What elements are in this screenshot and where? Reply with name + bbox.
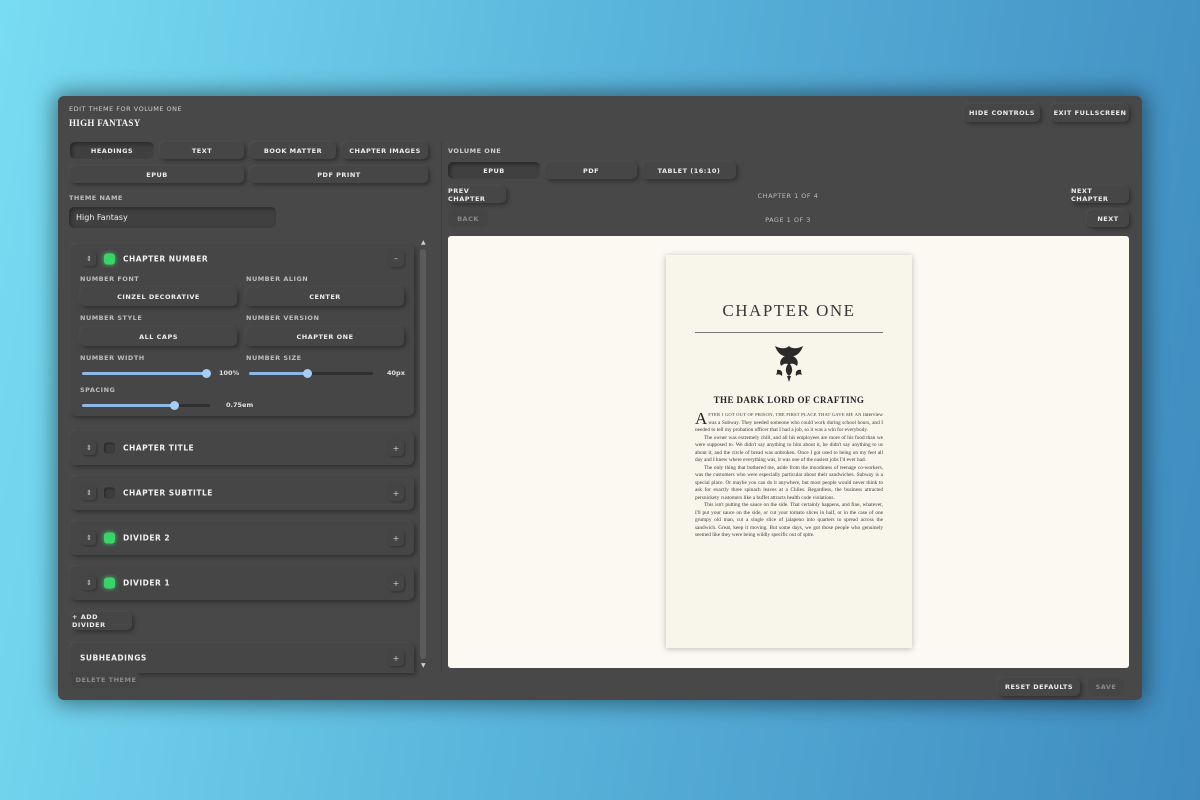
expand-icon[interactable]: + (388, 530, 404, 546)
tab-pdf-print[interactable]: PDF PRINT (250, 166, 428, 183)
slider-knob[interactable] (202, 369, 211, 378)
scroll-down-icon[interactable]: ▼ (421, 662, 426, 669)
preview-canvas: CHAPTER ONE THE DARK LORD OF CRAFTING AF… (448, 236, 1129, 668)
tab-book-matter[interactable]: BOOK MATTER (250, 142, 336, 159)
enabled-indicator[interactable] (104, 253, 115, 264)
section-title: CHAPTER TITLE (123, 443, 195, 453)
scrollbar-thumb[interactable] (420, 249, 426, 659)
number-version-select[interactable]: CHAPTER ONE (246, 327, 404, 346)
tab-headings[interactable]: HEADINGS (70, 142, 154, 159)
chapter-title: THE DARK LORD OF CRAFTING (713, 395, 865, 405)
subheadings-section[interactable]: SUBHEADINGS + (70, 643, 414, 673)
scroll-up-icon[interactable]: ▲ (421, 239, 426, 246)
section-title: CHAPTER SUBTITLE (123, 488, 213, 498)
chapter-subtitle-section[interactable]: ⇕ CHAPTER SUBTITLE + (70, 476, 414, 510)
volume-label: VOLUME ONE (448, 147, 502, 155)
number-font-select[interactable]: CINZEL DECORATIVE (80, 287, 237, 306)
back-button[interactable]: BACK (448, 210, 488, 227)
collapse-icon[interactable]: – (388, 250, 404, 267)
paragraph: The only thing that bothered me, aside f… (695, 464, 883, 501)
slider-knob[interactable] (303, 369, 313, 378)
expand-icon[interactable]: + (388, 485, 404, 501)
tab-epub[interactable]: EPUB (70, 166, 244, 183)
hide-controls-button[interactable]: HIDE CONTROLS (964, 104, 1040, 122)
number-align-select[interactable]: CENTER (246, 287, 404, 306)
enabled-indicator[interactable] (104, 577, 115, 589)
opening-smallcaps: FTER I GOT OUT OF PRISON, THE FIRST PLAC… (708, 412, 862, 417)
number-font-label: NUMBER FONT (80, 275, 140, 283)
format-pdf-button[interactable]: PDF (545, 162, 637, 179)
section-title: DIVIDER 2 (123, 533, 171, 543)
expand-icon[interactable]: + (388, 575, 404, 591)
paragraph: A FTER I GOT OUT OF PRISON, THE FIRST PLA… (695, 409, 883, 435)
paragraph: The owner was extremely chill, and all h… (695, 434, 883, 464)
next-page-button[interactable]: NEXT (1087, 210, 1129, 227)
enabled-indicator[interactable] (104, 442, 115, 454)
panel-divider (441, 142, 442, 672)
number-style-select[interactable]: ALL CAPS (80, 327, 237, 346)
drag-handle-icon[interactable]: ⇕ (82, 251, 96, 266)
divider-2-section[interactable]: ⇕ DIVIDER 2 + (70, 521, 414, 555)
chapter-title-section[interactable]: ⇕ CHAPTER TITLE + (70, 431, 414, 465)
tab-chapter-images[interactable]: CHAPTER IMAGES (342, 142, 428, 159)
prev-chapter-button[interactable]: PREV CHAPTER (448, 186, 506, 203)
paragraph: This isn't putting the sauce on the side… (695, 502, 883, 538)
add-divider-button[interactable]: + ADD DIVIDER (72, 612, 132, 630)
chapter-number-section: ⇕ CHAPTER NUMBER – NUMBER FONT CINZEL DE… (70, 244, 414, 416)
theme-logo: HIGH FANTASY (69, 118, 141, 128)
chapter-indicator: CHAPTER 1 OF 4 (757, 192, 819, 200)
delete-theme-button[interactable]: DELETE THEME (72, 672, 140, 688)
theme-name-label: THEME NAME (69, 194, 123, 202)
number-version-label: NUMBER VERSION (246, 314, 320, 322)
drag-handle-icon[interactable]: ⇕ (82, 486, 96, 500)
exit-fullscreen-button[interactable]: EXIT FULLSCREEN (1051, 104, 1129, 122)
drag-handle-icon[interactable]: ⇕ (82, 531, 96, 545)
spacing-slider[interactable] (82, 401, 210, 410)
tab-text[interactable]: TEXT (160, 142, 244, 159)
theme-name-input[interactable]: High Fantasy (69, 207, 276, 228)
number-width-value: 100% (219, 369, 240, 377)
number-width-slider[interactable] (82, 369, 211, 378)
format-epub-button[interactable]: EPUB (448, 162, 540, 179)
enabled-indicator[interactable] (104, 487, 115, 499)
chapter-number-title: CHAPTER NUMBER (123, 254, 209, 263)
heading-rule (695, 332, 883, 333)
slider-knob[interactable] (170, 401, 180, 410)
next-chapter-button[interactable]: NEXT CHAPTER (1071, 186, 1129, 203)
sidebar-scrollbar[interactable]: ▲ ▼ (420, 239, 426, 669)
number-size-label: NUMBER SIZE (246, 354, 302, 362)
enabled-indicator[interactable] (104, 532, 115, 544)
expand-icon[interactable]: + (388, 440, 404, 456)
number-size-value: 40px (387, 369, 405, 377)
number-width-label: NUMBER WIDTH (80, 354, 145, 362)
drag-handle-icon[interactable]: ⇕ (82, 441, 96, 455)
reset-defaults-button[interactable]: RESET DEFAULTS (998, 678, 1080, 696)
dragon-ornament-icon (775, 346, 803, 382)
save-button[interactable]: SAVE (1088, 678, 1124, 696)
number-style-label: NUMBER STYLE (80, 314, 143, 322)
chapter-body: A FTER I GOT OUT OF PRISON, THE FIRST PLA… (695, 409, 883, 540)
number-size-slider[interactable] (249, 369, 373, 378)
spacing-value: 0.75em (226, 401, 254, 409)
divider-1-section[interactable]: ⇕ DIVIDER 1 + (70, 566, 414, 600)
dropcap: A (695, 409, 708, 428)
spacing-label: SPACING (80, 386, 116, 394)
theme-editor-window: EDIT THEME FOR VOLUME ONE HIGH FANTASY H… (58, 96, 1142, 700)
format-tablet-button[interactable]: TABLET (16:10) (642, 162, 736, 179)
edit-theme-label: EDIT THEME FOR VOLUME ONE (69, 105, 183, 113)
section-title: DIVIDER 1 (123, 578, 171, 588)
chapter-number-header[interactable]: ⇕ CHAPTER NUMBER – (70, 244, 414, 273)
chapter-heading: CHAPTER ONE (722, 301, 856, 320)
number-align-label: NUMBER ALIGN (246, 275, 309, 283)
page-indicator: PAGE 1 OF 3 (765, 216, 811, 224)
book-page: CHAPTER ONE THE DARK LORD OF CRAFTING AF… (666, 255, 912, 648)
subheadings-title: SUBHEADINGS (80, 653, 147, 663)
drag-handle-icon[interactable]: ⇕ (82, 576, 96, 590)
expand-icon[interactable]: + (388, 650, 404, 666)
